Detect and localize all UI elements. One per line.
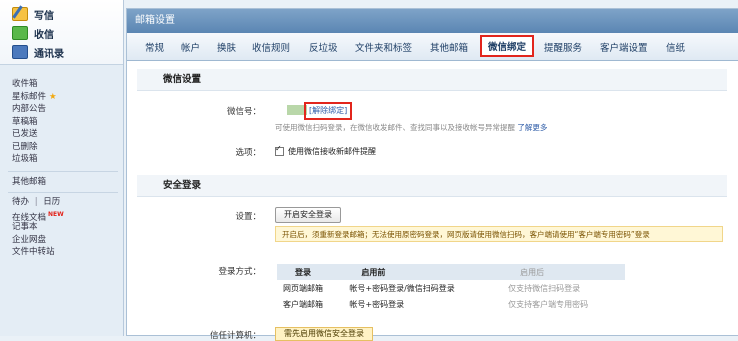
table-cell: 客户端邮箱 <box>283 299 323 309</box>
folder-sent[interactable]: 已发送 <box>12 128 57 141</box>
wechat-hint-text: 可使用微信扫码登录，在微信收发邮件、查找同事以及接收帐号异常提醒 <box>275 123 515 132</box>
tab-folders-labels[interactable]: 文件夹和标签 <box>355 40 412 54</box>
tab-antispam[interactable]: 反垃圾 <box>309 40 338 54</box>
table-row: 客户端邮箱 帐号+密码登录 仅支持客户端专用密码 <box>277 296 625 312</box>
contacts-label: 通讯录 <box>34 48 64 60</box>
table-cell: 仅支持客户端专用密码 <box>508 299 589 309</box>
settings-tabs: 常规 帐户 换肤 收信规则 反垃圾 文件夹和标签 其他邮箱 微信绑定 提醒服务 … <box>127 33 738 61</box>
settings-panel: 邮箱设置 常规 帐户 换肤 收信规则 反垃圾 文件夹和标签 其他邮箱 微信绑定 … <box>126 8 738 341</box>
column-header-login: 登录 <box>277 264 344 280</box>
folder-announcements[interactable]: 内部公告 <box>12 103 57 116</box>
table-cell: 帐号+密码登录 <box>349 299 405 309</box>
folder-drafts[interactable]: 草稿箱 <box>12 116 57 129</box>
login-method-table: 登录 启用前 启用后 网页端邮箱 帐号+密码登录/微信扫码登录 仅支持微信扫码登… <box>277 264 625 312</box>
contacts-icon <box>12 45 28 59</box>
wechat-notify-option: 使用微信接收新邮件提醒 <box>275 144 376 157</box>
unbind-link[interactable]: [解除绑定] <box>304 102 353 120</box>
option-label: 选项： <box>235 148 261 158</box>
other-mailbox-link[interactable]: 其他邮箱 <box>12 176 46 189</box>
folder-inbox[interactable]: 收件箱 <box>12 78 57 91</box>
calendar-link[interactable]: 日历 <box>43 197 60 207</box>
online-docs-link[interactable]: 在线文档 NEW <box>12 209 64 223</box>
table-cell: 帐号+密码登录/微信扫码登录 <box>349 283 455 293</box>
inbox-button[interactable]: 收信 <box>12 25 54 41</box>
trusted-computer-button[interactable]: 需先启用微信安全登录 <box>275 327 373 341</box>
divider <box>8 192 118 193</box>
security-section-title: 安全登录 <box>137 175 727 197</box>
divider <box>8 171 118 172</box>
secure-login-notice: 开启后，须重新登录邮箱；无法使用原密码登录，网页版请使用微信扫码，客户端请使用“… <box>275 226 723 242</box>
table-row: 网页端邮箱 帐号+密码登录/微信扫码登录 仅支持微信扫码登录 <box>277 280 625 296</box>
tab-mail-rules[interactable]: 收信规则 <box>252 40 290 54</box>
folder-list: 收件箱 星标邮件 ★ 内部公告 草稿箱 已发送 已删除 垃圾箱 <box>12 78 57 166</box>
tools-row-todo-calendar: 待办 | 日历 <box>12 196 64 209</box>
notes-link[interactable]: 记事本 <box>12 221 64 234</box>
inbox-label: 收信 <box>34 29 54 41</box>
tab-stationery[interactable]: 信纸 <box>666 40 685 54</box>
compose-label: 写信 <box>34 10 54 22</box>
wechat-notify-text: 使用微信接收新邮件提醒 <box>288 147 376 156</box>
tab-other-mailbox[interactable]: 其他邮箱 <box>430 40 468 54</box>
wechat-notify-checkbox[interactable] <box>275 144 284 156</box>
star-icon: ★ <box>49 91 57 102</box>
column-header-after: 启用后 <box>502 264 625 280</box>
learn-more-link[interactable]: 了解更多 <box>517 123 547 132</box>
folder-starred[interactable]: 星标邮件 ★ <box>12 91 57 104</box>
folder-spam[interactable]: 垃圾箱 <box>12 153 57 166</box>
enable-secure-login-button[interactable]: 开启安全登录 <box>275 207 341 223</box>
tab-general[interactable]: 常规 <box>145 40 164 54</box>
tab-client-settings[interactable]: 客户端设置 <box>600 40 648 54</box>
new-badge: NEW <box>48 210 64 218</box>
folder-starred-label: 星标邮件 <box>12 91 47 102</box>
settings-label: 设置： <box>235 212 261 222</box>
compose-icon <box>12 7 28 21</box>
inbox-icon <box>12 26 28 40</box>
folder-deleted[interactable]: 已删除 <box>12 141 57 154</box>
contacts-button[interactable]: 通讯录 <box>12 44 64 60</box>
table-cell: 网页端邮箱 <box>283 283 323 293</box>
tools-list: 待办 | 日历 在线文档 NEW 记事本 企业网盘 文件中转站 <box>12 196 64 259</box>
todo-link[interactable]: 待办 <box>12 197 29 207</box>
sidebar: 写信 收信 通讯录 收件箱 星标邮件 ★ 内部公告 草稿箱 已发送 已删除 垃圾箱… <box>0 0 124 336</box>
wechat-section-title: 微信设置 <box>137 69 727 91</box>
wechat-id-label: 微信号： <box>226 107 261 117</box>
file-transfer-link[interactable]: 文件中转站 <box>12 246 64 259</box>
tab-account[interactable]: 帐户 <box>181 40 200 54</box>
quick-actions: 写信 收信 通讯录 <box>0 0 123 65</box>
table-cell: 仅支持微信扫码登录 <box>508 283 581 293</box>
other-mail-list: 其他邮箱 <box>12 176 46 189</box>
separator: | <box>34 197 38 207</box>
tab-skin[interactable]: 换肤 <box>217 40 236 54</box>
table-header-row: 登录 启用前 启用后 <box>277 264 625 280</box>
wechat-hint: 可使用微信扫码登录，在微信收发邮件、查找同事以及接收帐号异常提醒 了解更多 <box>275 122 547 133</box>
netdisk-link[interactable]: 企业网盘 <box>12 234 64 247</box>
login-method-label: 登录方式： <box>218 267 261 277</box>
tab-wechat-binding[interactable]: 微信绑定 <box>480 35 535 57</box>
trusted-computer-label: 信任计算机： <box>209 331 261 341</box>
page-title: 邮箱设置 <box>127 9 738 33</box>
compose-button[interactable]: 写信 <box>12 6 54 22</box>
column-header-before: 启用前 <box>343 264 503 280</box>
tab-reminders[interactable]: 提醒服务 <box>544 40 582 54</box>
